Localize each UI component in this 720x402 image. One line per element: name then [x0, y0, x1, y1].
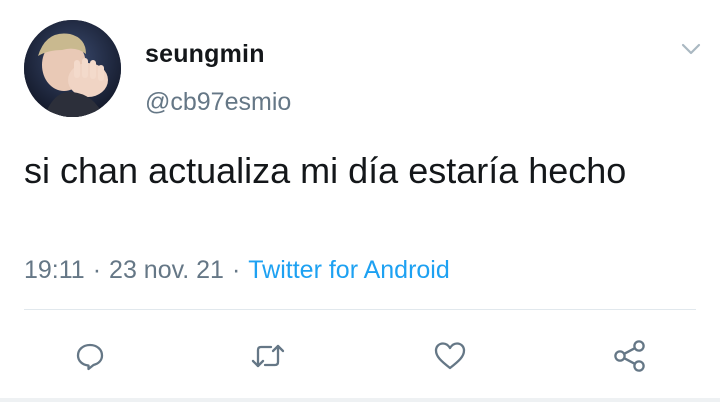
tweet-card: seungmin @cb97esmio si chan actualiza mi…: [0, 0, 720, 402]
share-button[interactable]: [608, 334, 652, 378]
divider: [24, 309, 696, 310]
heart-icon: [434, 342, 466, 370]
avatar[interactable]: [24, 20, 121, 117]
tweet-date[interactable]: 23 nov. 21: [109, 256, 224, 284]
bottom-divider: [0, 398, 720, 402]
meta-separator: ·: [231, 256, 241, 284]
display-name[interactable]: seungmin: [145, 40, 265, 69]
like-button[interactable]: [428, 334, 472, 378]
more-options-button[interactable]: [676, 34, 706, 64]
action-bar: [0, 334, 720, 378]
user-handle[interactable]: @cb97esmio: [145, 88, 291, 117]
retweet-button[interactable]: [246, 334, 290, 378]
retweet-arrows-icon: [251, 344, 285, 368]
tweet-meta: 19:11 · 23 nov. 21 · Twitter for Android: [24, 256, 450, 285]
share-nodes-icon: [614, 340, 645, 372]
tweet-text: si chan actualiza mi día estaría hecho: [24, 150, 627, 191]
profile-photo-icon: [24, 20, 121, 117]
meta-separator: ·: [92, 256, 102, 284]
tweet-time: 19:11: [24, 256, 85, 284]
chevron-down-icon: [681, 43, 701, 55]
tweet-source-link[interactable]: Twitter for Android: [248, 256, 449, 284]
reply-button[interactable]: [68, 334, 112, 378]
speech-bubble-icon: [76, 343, 104, 371]
